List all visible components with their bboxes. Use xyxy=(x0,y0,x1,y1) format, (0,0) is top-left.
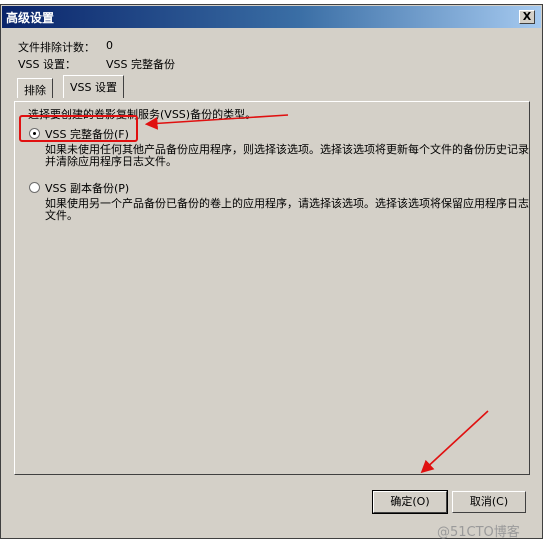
close-icon: X xyxy=(522,10,532,23)
advanced-settings-dialog: 高级设置 X 文件排除计数： 0 VSS 设置： VSS 完整备份 排除 VSS… xyxy=(0,4,543,539)
tab-exclude-label: 排除 xyxy=(24,84,46,97)
title-bar: 高级设置 X xyxy=(2,6,541,28)
tab-vss-settings-label: VSS 设置 xyxy=(70,81,117,94)
cancel-button[interactable]: 取消(C) xyxy=(452,491,526,513)
vss-setting-label: VSS 设置： xyxy=(18,58,76,71)
watermark-text: @51CTO博客 xyxy=(437,525,520,540)
exclude-count-label: 文件排除计数： xyxy=(18,41,95,54)
vss-copy-backup-label[interactable]: VSS 副本备份(P) xyxy=(45,180,129,196)
dialog-title: 高级设置 xyxy=(6,11,55,25)
close-button[interactable]: X xyxy=(519,10,535,24)
vss-setting-value: VSS 完整备份 xyxy=(106,58,175,71)
annotation-highlight-box xyxy=(19,115,138,142)
ok-button[interactable]: 确定(O) xyxy=(372,490,448,514)
tab-vss-settings[interactable]: VSS 设置 xyxy=(63,75,124,98)
vss-settings-panel: 选择要创建的卷影复制服务(VSS)备份的类型。 VSS 完整备份(F) 如果未使… xyxy=(14,101,530,475)
vss-copy-backup-radio[interactable] xyxy=(29,182,40,193)
vss-copy-backup-description: 如果使用另一个产品备份已备份的卷上的应用程序，请选择该选项。选择该选项将保留应用… xyxy=(45,197,529,222)
exclude-count-value: 0 xyxy=(106,39,113,52)
tab-exclude[interactable]: 排除 xyxy=(17,78,53,98)
vss-full-backup-description: 如果未使用任何其他产品备份应用程序，则选择该选项。选择该选项将更新每个文件的备份… xyxy=(45,143,529,168)
